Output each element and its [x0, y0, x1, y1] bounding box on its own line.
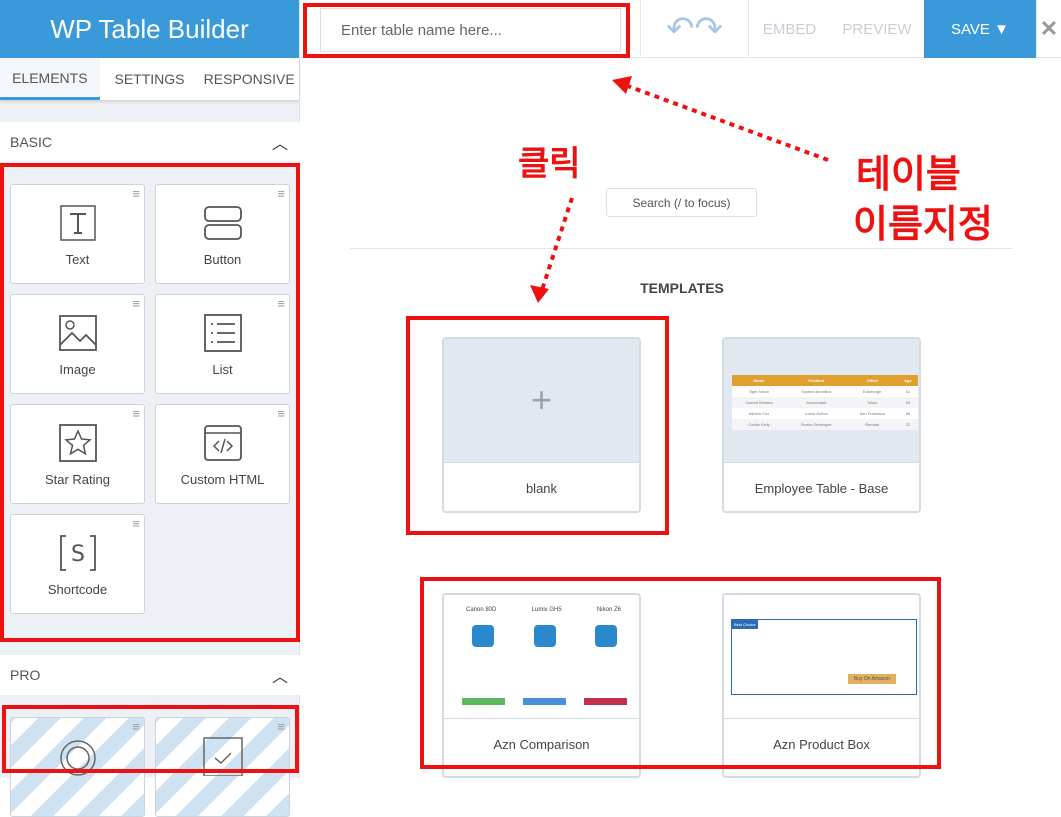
tab-responsive[interactable]: RESPONSIVE	[199, 58, 299, 100]
drag-handle-icon[interactable]: ≡	[132, 720, 140, 733]
product-name: Lumix GH5	[531, 607, 562, 613]
element-text[interactable]: ≡ Text	[10, 184, 145, 284]
element-list[interactable]: ≡ List	[155, 294, 290, 394]
element-image[interactable]: ≡ Image	[10, 294, 145, 394]
tab-elements[interactable]: ELEMENTS	[0, 58, 100, 100]
drag-handle-icon[interactable]: ≡	[132, 187, 140, 200]
save-button[interactable]: SAVE ▼	[924, 0, 1036, 58]
template-employee-table[interactable]: Name Position Office Age Tiger Nixon System …	[722, 337, 921, 513]
product-name: Canon 80D	[466, 607, 497, 613]
element-pro-progress[interactable]: ≡	[10, 717, 145, 817]
pro-section-header[interactable]: PRO ︿	[0, 655, 300, 695]
annotation-click: 클릭	[518, 144, 581, 184]
drag-handle-icon[interactable]: ≡	[132, 407, 140, 420]
template-label: blank	[525, 480, 558, 496]
basic-section-header[interactable]: BASIC ︿	[0, 122, 300, 162]
app-title: WP Table Builder	[0, 0, 299, 58]
sidebar-tabs: ELEMENTS SETTINGS RESPONSIVE	[0, 58, 299, 100]
product-name: Nikon Z6	[596, 607, 621, 613]
drag-handle-icon[interactable]: ≡	[277, 407, 285, 420]
code-icon	[203, 425, 242, 461]
element-label: Shortcode	[47, 582, 108, 597]
element-button[interactable]: ≡ Button	[155, 184, 290, 284]
checkbox-icon	[202, 737, 243, 776]
pro-elements-grid: ≡ ≡	[10, 717, 290, 817]
undo-icon[interactable]: ↶	[666, 9, 695, 49]
buy-on-amazon-button: Buy On Amazon	[847, 674, 896, 684]
drag-handle-icon[interactable]: ≡	[277, 297, 285, 310]
drag-handle-icon[interactable]: ≡	[132, 517, 140, 530]
text-icon	[59, 205, 96, 241]
tab-settings[interactable]: SETTINGS	[100, 58, 200, 100]
best-choice-badge: Best Choice	[732, 620, 758, 629]
sidebar: WP Table Builder ELEMENTS SETTINGS RESPO…	[0, 0, 300, 817]
table-icon	[533, 625, 556, 647]
arrow-to-name-input	[624, 83, 829, 162]
basic-elements-grid: ≡ Text ≡ Button ≡ Image ≡ List ≡ Star Ra…	[10, 184, 290, 614]
table-icon	[595, 625, 617, 647]
template-label: Azn Comparison	[493, 736, 590, 752]
table-name-input[interactable]: Enter table name here...	[320, 8, 621, 52]
element-star-rating[interactable]: ≡ Star Rating	[10, 404, 145, 504]
annotation-name-line2: 이름지정	[853, 202, 993, 246]
element-pro-checkbox[interactable]: ≡	[155, 717, 290, 817]
drag-handle-icon[interactable]: ≡	[277, 187, 285, 200]
chevron-up-icon[interactable]: ︿	[272, 130, 288, 154]
button-icon	[203, 206, 242, 240]
template-label: Employee Table - Base	[754, 480, 889, 496]
shortcode-icon: S	[59, 535, 96, 571]
template-azn-product-box[interactable]: Best Choice Buy On Amazon Azn Product Bo…	[722, 593, 921, 778]
template-azn-comparison[interactable]: Canon 80D Lumix GH5 Nikon Z6 Azn Compari…	[442, 593, 641, 778]
template-blank[interactable]: + blank	[442, 337, 641, 513]
basic-section-title: BASIC	[10, 134, 53, 150]
element-label: Button	[203, 252, 242, 267]
element-label: List	[212, 362, 233, 377]
image-icon	[58, 315, 97, 351]
redo-icon[interactable]: ↷	[695, 9, 724, 49]
template-search-input[interactable]: Search (/ to focus)	[606, 188, 757, 217]
element-custom-html[interactable]: ≡ Custom HTML	[155, 404, 290, 504]
embed-button[interactable]: EMBED	[748, 0, 830, 58]
arrow-head	[612, 76, 632, 94]
plus-icon: +	[530, 379, 553, 420]
element-label: Text	[65, 252, 90, 267]
templates-heading: TEMPLATES	[640, 280, 724, 296]
template-label: Azn Product Box	[773, 736, 870, 752]
element-label: Star Rating	[44, 472, 111, 487]
svg-text:S: S	[71, 542, 85, 567]
element-shortcode[interactable]: S ≡ Shortcode	[10, 514, 145, 614]
drag-handle-icon[interactable]: ≡	[277, 720, 285, 733]
drag-handle-icon[interactable]: ≡	[132, 297, 140, 310]
star-icon	[58, 424, 97, 462]
employee-table-preview: Name Position Office Age Tiger Nixon System …	[732, 375, 918, 430]
chevron-up-icon[interactable]: ︿	[272, 663, 288, 687]
divider	[350, 248, 1013, 249]
element-label: Custom HTML	[180, 472, 265, 487]
element-label: Image	[59, 362, 96, 377]
arrow-to-blank	[540, 197, 574, 291]
close-icon[interactable]: ✕	[1036, 0, 1061, 58]
preview-button[interactable]: PREVIEW	[830, 0, 924, 58]
circle-progress-icon	[59, 740, 96, 776]
annotation-name-line1: 테이블	[856, 152, 961, 196]
list-icon	[203, 314, 242, 352]
table-icon	[472, 625, 494, 647]
arrow-head	[530, 285, 549, 303]
pro-section-title: PRO	[10, 667, 41, 683]
undo-redo-buttons: ↶ ↷	[640, 0, 748, 58]
